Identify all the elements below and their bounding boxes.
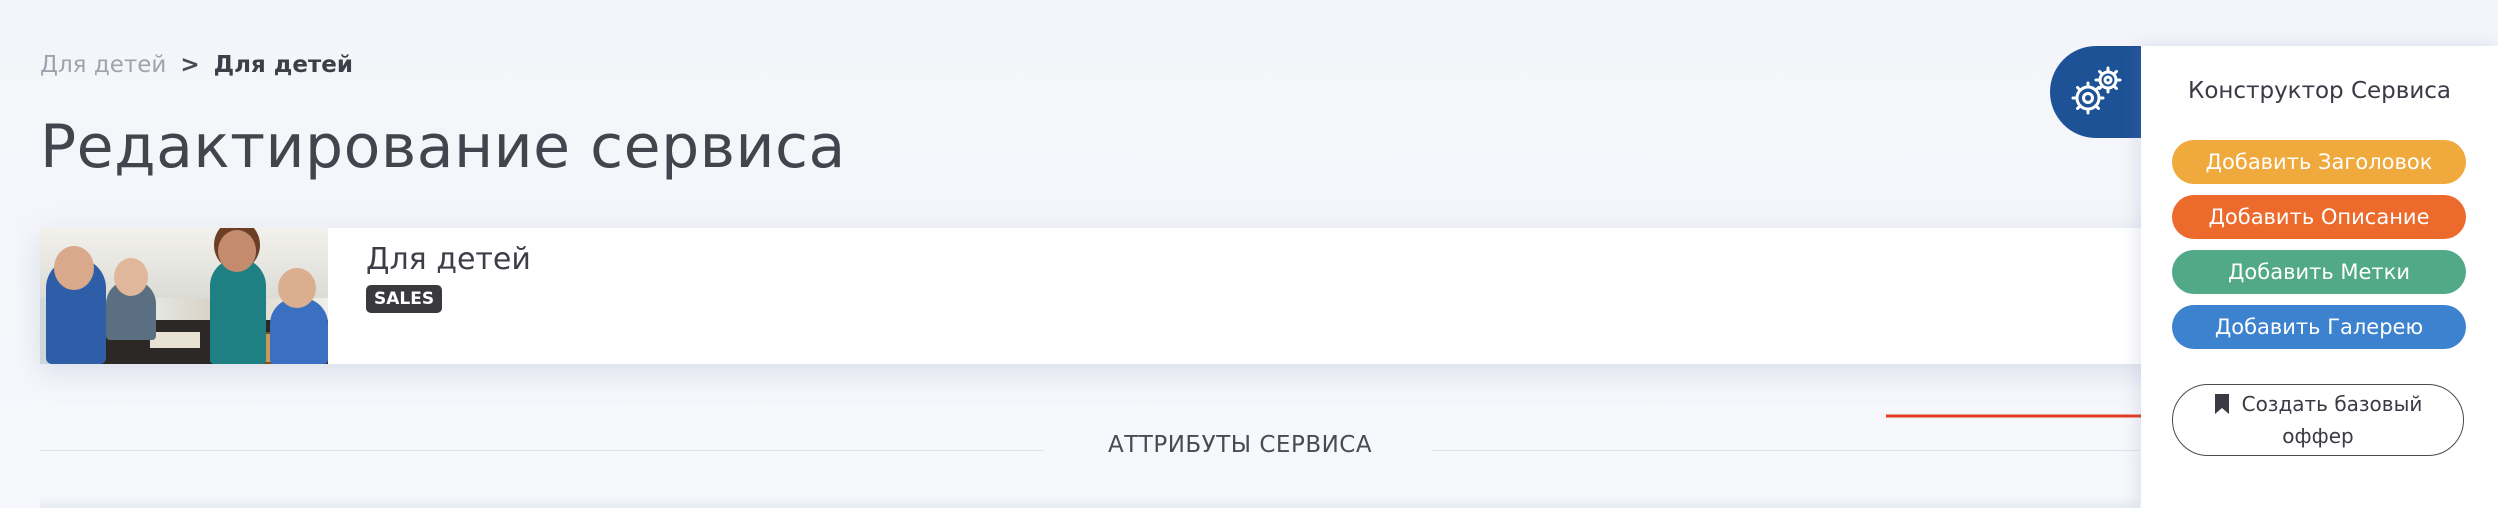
breadcrumb-separator: > [180,52,200,78]
constructor-title: Конструктор Сервиса [2187,78,2452,104]
breadcrumb-parent-link[interactable]: Для детей [40,52,166,78]
create-base-offer-line1: Создать базовый [2214,388,2423,420]
add-gallery-button[interactable]: Добавить Галерею [2172,305,2466,349]
divider-line-right [1432,450,2140,451]
section-divider: АТТРИБУТЫ СЕРВИСА [40,428,2140,464]
service-name: Для детей [366,242,531,277]
service-badge: SALES [366,285,443,313]
create-base-offer-text-2: оффер [2282,424,2354,448]
service-info: Для детей SALES [328,228,531,364]
section-label: АТТРИБУТЫ СЕРВИСА [1108,432,1373,458]
page-title: Редактирование сервиса [40,112,846,182]
content-fade [40,496,2140,508]
add-tags-button[interactable]: Добавить Метки [2172,250,2466,294]
breadcrumb: Для детей > Для детей [40,52,353,78]
create-base-offer-label: Создать базовый оффер [2214,388,2423,452]
service-card: Для детей SALES [40,228,2160,364]
constructor-panel: Конструктор Сервиса Добавить Заголовок Д… [2141,46,2498,508]
add-header-button[interactable]: Добавить Заголовок [2172,140,2466,184]
breadcrumb-current: Для детей [213,52,353,78]
create-base-offer-text-1: Создать базовый [2241,392,2423,416]
constructor-toggle-button[interactable] [2050,46,2142,138]
page: Для детей > Для детей Редактирование сер… [0,0,2498,508]
bookmark-icon [2214,394,2229,414]
service-image [40,228,328,364]
create-base-offer-button[interactable]: Создать базовый оффер [2172,384,2464,456]
divider-line-left [40,450,1044,451]
gears-icon [2071,66,2122,115]
add-description-button[interactable]: Добавить Описание [2172,195,2466,239]
